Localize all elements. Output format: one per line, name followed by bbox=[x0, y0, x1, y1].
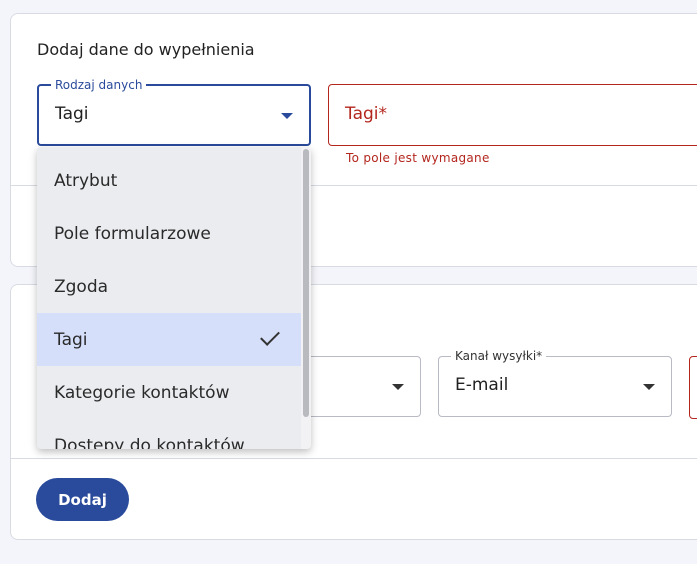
divider bbox=[11, 458, 697, 459]
tags-error-message: To pole jest wymagane bbox=[346, 151, 490, 165]
data-type-select[interactable]: Rodzaj danych Tagi bbox=[37, 78, 311, 146]
dropdown-item-consent[interactable]: Zgoda bbox=[37, 260, 301, 313]
caret-down-icon bbox=[643, 384, 655, 390]
caret-down-icon bbox=[392, 384, 404, 390]
card-title: Dodaj dane do wypełnienia bbox=[37, 40, 255, 59]
check-icon bbox=[260, 326, 280, 346]
data-type-label: Rodzaj danych bbox=[51, 78, 147, 92]
caret-down-icon bbox=[281, 113, 293, 119]
dropdown-item-contact-access[interactable]: Dostępy do kontaktów bbox=[37, 419, 301, 450]
channel-select[interactable]: Kanał wysyłki* E-mail bbox=[438, 349, 672, 417]
previous-select[interactable] bbox=[300, 356, 421, 417]
data-type-dropdown: Atrybut Pole formularzowe Zgoda Tagi Kat… bbox=[37, 147, 311, 449]
dropdown-item-attribute[interactable]: Atrybut bbox=[37, 154, 301, 207]
dropdown-item-form-field[interactable]: Pole formularzowe bbox=[37, 207, 301, 260]
dropdown-item-contact-categories[interactable]: Kategorie kontaktów bbox=[37, 366, 301, 419]
dropdown-item-tags[interactable]: Tagi bbox=[37, 313, 301, 366]
data-type-value: Tagi bbox=[55, 104, 89, 124]
channel-value: E-mail bbox=[455, 375, 509, 395]
channel-label: Kanał wysyłki* bbox=[451, 349, 547, 363]
tags-input[interactable]: Tagi* bbox=[328, 84, 697, 146]
dropdown-scrollbar[interactable] bbox=[301, 147, 311, 449]
scroll-thumb[interactable] bbox=[303, 149, 309, 417]
add-button[interactable]: Dodaj bbox=[36, 478, 129, 521]
next-field[interactable] bbox=[689, 356, 697, 419]
tags-placeholder: Tagi* bbox=[345, 104, 388, 124]
